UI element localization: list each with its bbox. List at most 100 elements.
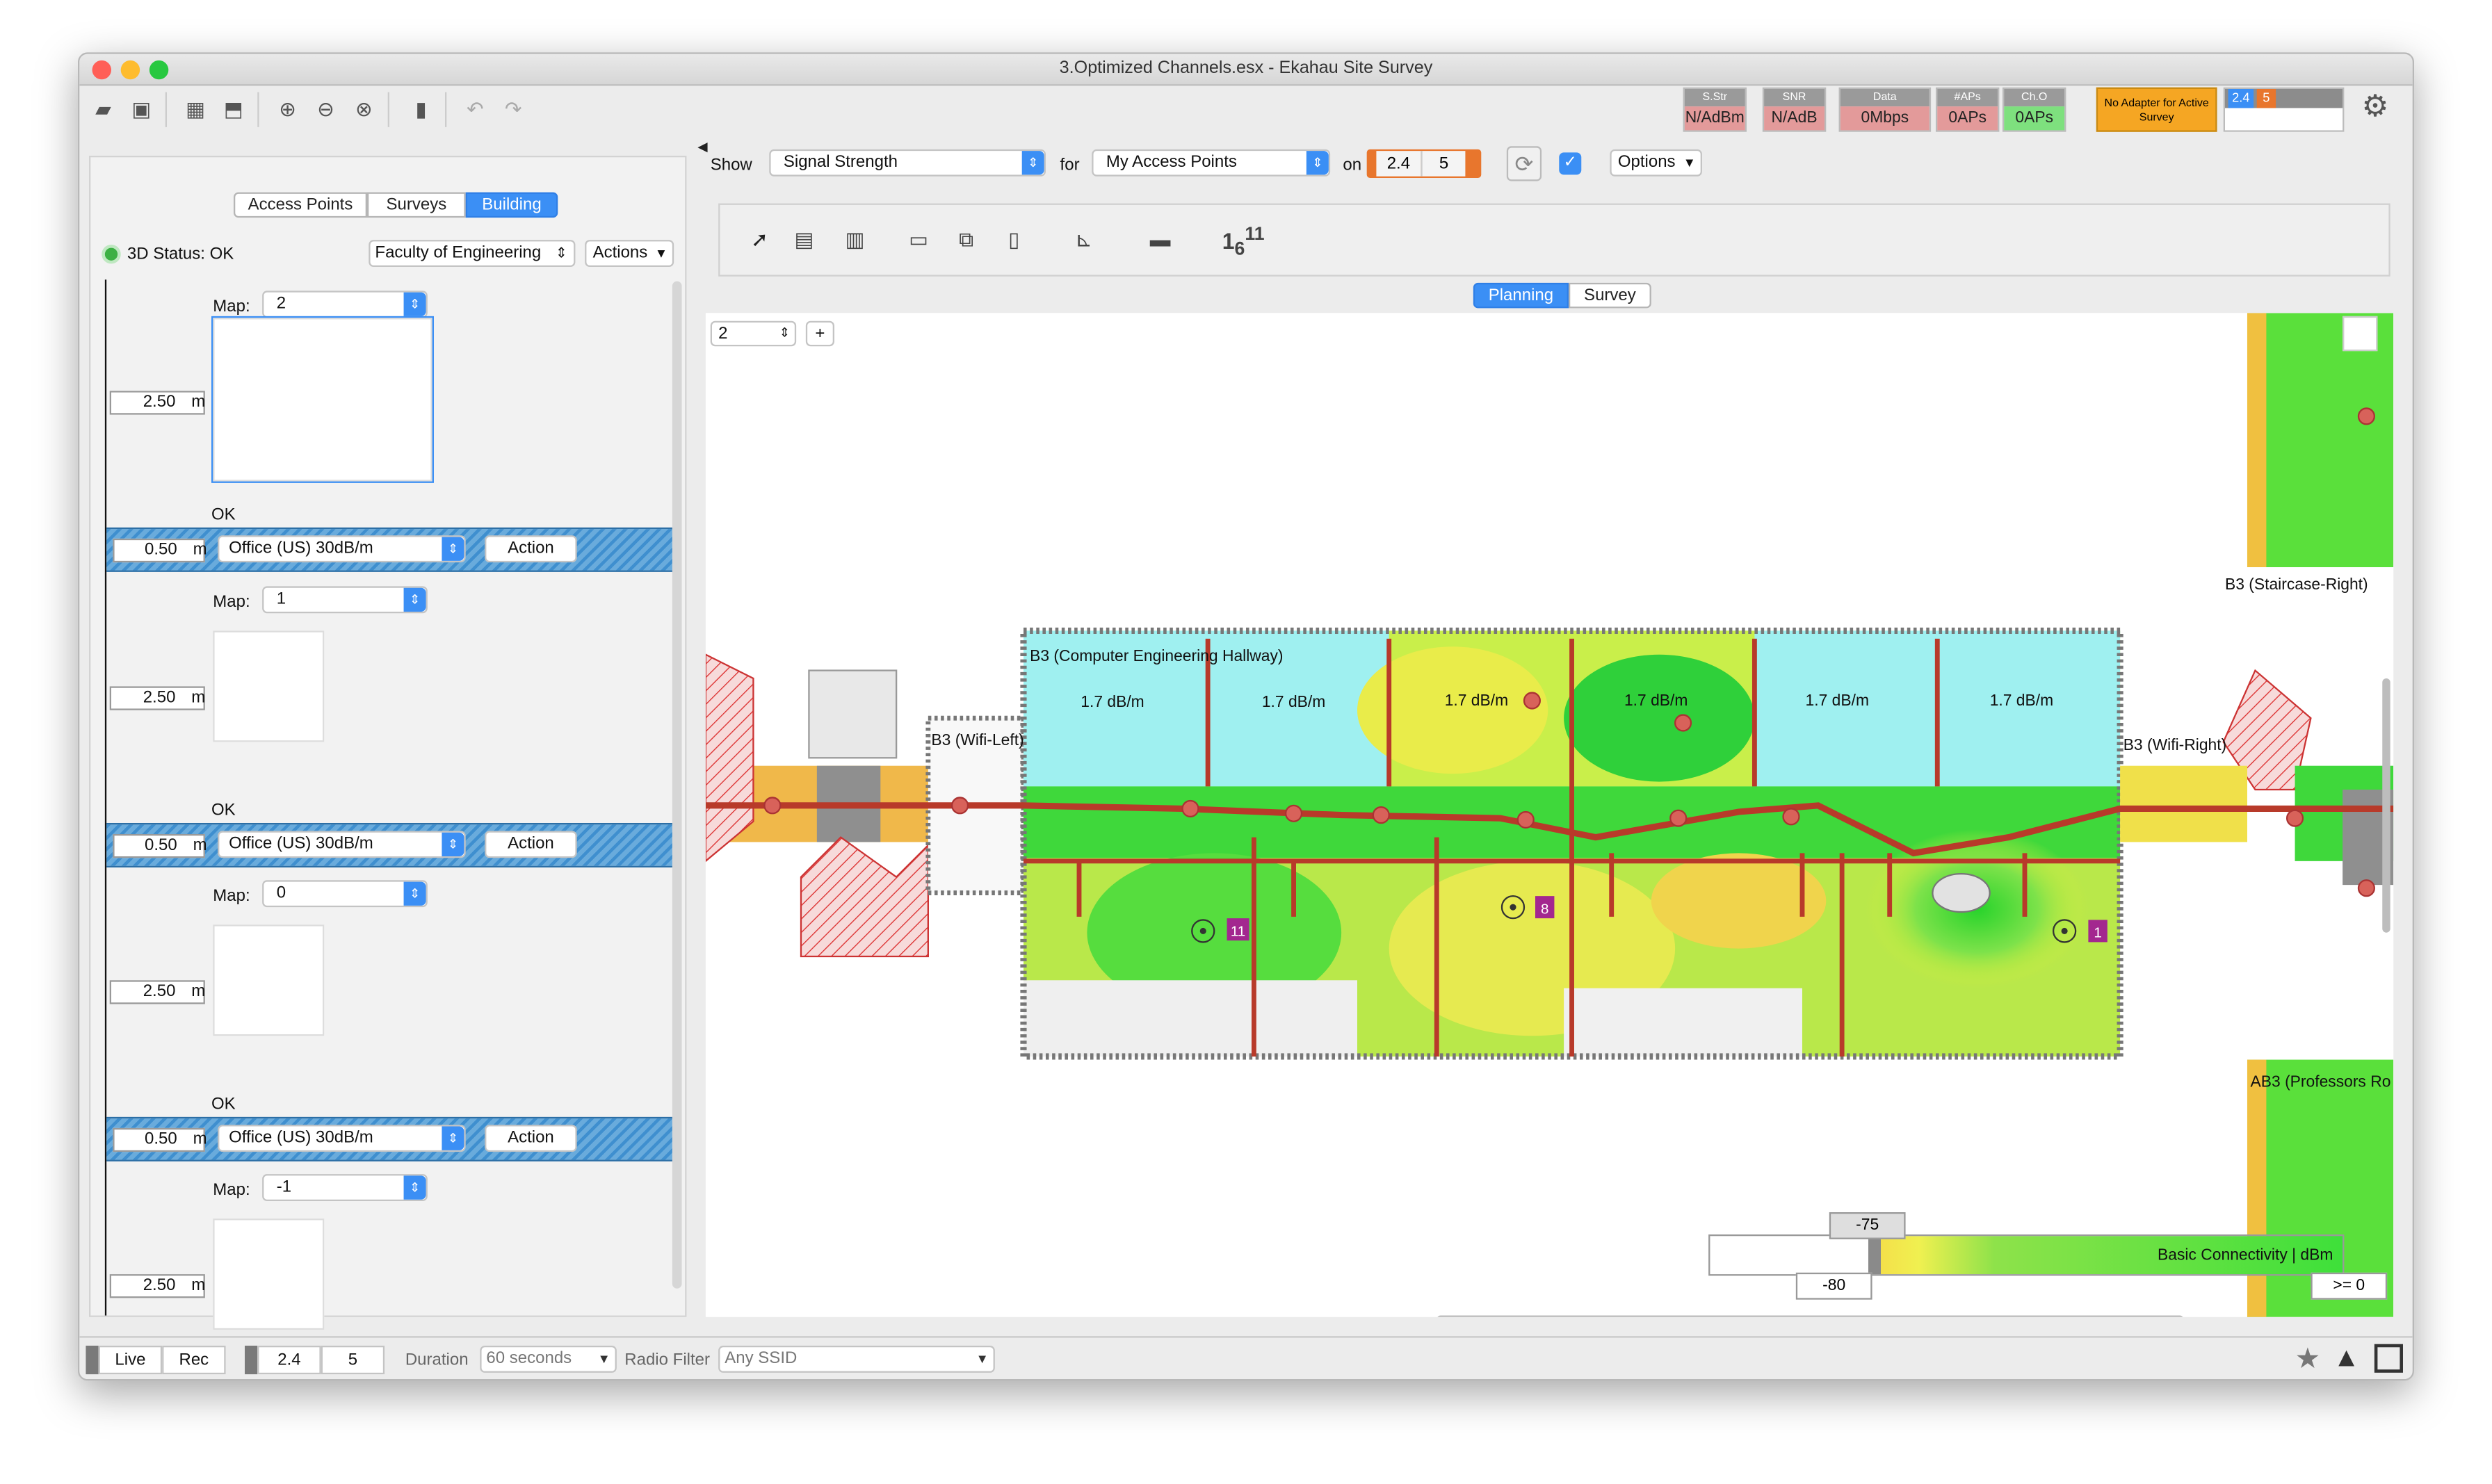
floor-height-field[interactable]: 2.50 m	[109, 391, 205, 415]
slab-material-select[interactable]: Office (US) 30dB/m ⇕	[218, 535, 466, 563]
floor-height-field[interactable]: 2.50 m	[109, 980, 205, 1004]
map-select[interactable]: 2 ⇕	[262, 291, 428, 318]
tab-survey[interactable]: Survey	[1568, 282, 1651, 309]
floor-height-value: 2.50	[143, 392, 176, 411]
vertical-scrollbar[interactable]	[2382, 678, 2390, 933]
wall-icon[interactable]: ▤	[790, 227, 818, 253]
tab-access-points[interactable]: Access Points	[233, 192, 367, 218]
table-icon[interactable]: ▦	[181, 97, 210, 122]
slab-thickness-value: 0.50	[144, 540, 177, 560]
popout-icon[interactable]	[2374, 1344, 2403, 1373]
slab-thickness-unit: m	[193, 540, 207, 560]
zoom-out-icon[interactable]: ⊖	[312, 97, 340, 122]
undo-icon[interactable]: ↶	[461, 97, 490, 122]
export-icon[interactable]: ⬒	[219, 97, 248, 122]
slab-action-button[interactable]: Action	[485, 1125, 577, 1152]
floor-plan-thumbnail[interactable]	[213, 630, 325, 742]
checkbox-checked-icon[interactable]: ✓	[1559, 152, 1582, 175]
indicator-value: 0Mbps	[1840, 106, 1929, 131]
options-dropdown[interactable]: Options ▼	[1610, 149, 1702, 177]
legend-min[interactable]: -80	[1795, 1272, 1872, 1300]
access-point-icon[interactable]: ▭	[905, 227, 933, 253]
area-icon[interactable]: ▥	[841, 227, 869, 253]
status-band-24[interactable]: 2.4	[257, 1345, 321, 1375]
app-window: 3.Optimized Channels.esx - Ekahau Site S…	[77, 52, 2414, 1381]
actions-dropdown[interactable]: Actions ▼	[585, 240, 674, 267]
indicator-value: 0APs	[2004, 106, 2065, 131]
add-floor-button[interactable]: +	[805, 320, 834, 347]
updown-icon: ⇕	[442, 1126, 464, 1150]
indicator-3: #APs 0APs	[1935, 87, 2000, 132]
chevron-down-icon: ▼	[597, 1352, 610, 1367]
attenuation-label: 1.7 dB/m	[1990, 691, 2053, 709]
live-button[interactable]: Live	[98, 1345, 163, 1375]
horizontal-scrollbar[interactable]	[1437, 1315, 2184, 1317]
left-scrollbar[interactable]	[672, 281, 682, 1289]
3d-status-label: 3D Status: OK	[127, 244, 234, 264]
floor-map-canvas[interactable]: 11 8 1 B3 (Computer Engineering Hallway)…	[705, 313, 2394, 1317]
auto-planner-icon[interactable]: ⧉	[952, 227, 980, 253]
band-24-button[interactable]: 2.4	[1376, 151, 1421, 177]
triangle-up-icon[interactable]: ▲	[2333, 1342, 2359, 1374]
heatmap-svg: 11 8 1 B3 (Computer Engineering Hallway)…	[705, 313, 2394, 1317]
collapse-panel-icon[interactable]: ◀	[697, 140, 707, 154]
refresh-icon[interactable]: ⟳	[1506, 146, 1542, 181]
open-folder-icon[interactable]: ▰	[89, 97, 118, 122]
chevron-down-icon: ▼	[1683, 155, 1696, 170]
floor-height-field[interactable]: 2.50 m	[109, 686, 205, 710]
rec-button[interactable]: Rec	[162, 1345, 226, 1375]
slab-material-select[interactable]: Office (US) 30dB/m ⇕	[218, 831, 466, 858]
measure-icon[interactable]: ⊾	[1069, 227, 1098, 253]
map-select[interactable]: -1 ⇕	[262, 1174, 428, 1201]
floor-plan-thumbnail[interactable]	[213, 1218, 325, 1330]
status-band-5[interactable]: 5	[321, 1345, 385, 1375]
show-select[interactable]: Signal Strength ⇕	[769, 149, 1046, 177]
slab-material-select[interactable]: Office (US) 30dB/m ⇕	[218, 1125, 466, 1152]
map-select[interactable]: 0 ⇕	[262, 880, 428, 908]
attenuation-label: 1.7 dB/m	[1624, 691, 1688, 709]
redo-icon[interactable]: ↷	[499, 97, 528, 122]
star-icon[interactable]: ★	[2295, 1342, 2321, 1376]
map-select-value: 1	[276, 589, 286, 609]
slab-thickness-field[interactable]: 0.50 m	[113, 833, 207, 858]
slab-action-button[interactable]: Action	[485, 831, 577, 858]
floor-plan-thumbnail[interactable]	[211, 316, 434, 483]
for-select[interactable]: My Access Points ⇕	[1092, 149, 1331, 177]
settings-gear-icon[interactable]: ⚙	[2362, 91, 2389, 124]
tab-planning[interactable]: Planning	[1473, 282, 1569, 309]
notes-icon[interactable]: ▯	[1000, 227, 1028, 253]
map-floor-select[interactable]: 2 ⇕	[710, 320, 797, 347]
zoom-in-icon[interactable]: ⊕	[273, 97, 302, 122]
floor-height-field[interactable]: 2.50 m	[109, 1274, 205, 1298]
updown-icon: ⇕	[403, 881, 426, 906]
select-arrow-icon[interactable]: ➚	[745, 227, 774, 253]
signal-bars-icon[interactable]	[2343, 316, 2378, 352]
map-label: Map:	[213, 886, 250, 906]
survey-ap-icon[interactable]: ▬	[1146, 227, 1174, 253]
zoom-fit-icon[interactable]: ⊗	[350, 97, 378, 122]
chart-icon[interactable]: ▮	[407, 97, 435, 122]
map-select[interactable]: 1 ⇕	[262, 586, 428, 614]
duration-select[interactable]: 60 seconds ▼	[480, 1345, 617, 1373]
legend-marker[interactable]: -75	[1829, 1212, 1906, 1239]
tab-building[interactable]: Building	[465, 192, 558, 218]
slab-action-button[interactable]: Action	[485, 535, 577, 563]
tab-surveys[interactable]: Surveys	[366, 192, 466, 218]
slab-thickness-field[interactable]: 0.50 m	[113, 538, 207, 563]
indicator-label: Data	[1840, 88, 1929, 107]
legend-max[interactable]: >= 0	[2311, 1272, 2388, 1300]
map-label: Map:	[213, 1180, 250, 1200]
save-icon[interactable]: ▣	[127, 97, 156, 122]
floor-plan-thumbnail[interactable]	[213, 924, 325, 1036]
updown-icon: ⇕	[1021, 151, 1044, 175]
floor-height-value: 2.50	[143, 981, 176, 1001]
radio-filter-select[interactable]: Any SSID ▼	[718, 1345, 995, 1373]
channel-planner-icon[interactable]: 1611	[1222, 224, 1265, 259]
building-select[interactable]: Faculty of Engineering ⇕	[369, 240, 576, 267]
band-5-button[interactable]: 5	[1421, 151, 1466, 177]
slab-thickness-field[interactable]: 0.50 m	[113, 1127, 207, 1152]
floor-slab-band: 0.50 m Office (US) 30dB/m ⇕ Action	[106, 1116, 672, 1161]
floor-status-ok: OK	[211, 1094, 236, 1114]
map-floor-value: 2	[718, 324, 728, 343]
updown-icon: ⇕	[1306, 151, 1329, 175]
